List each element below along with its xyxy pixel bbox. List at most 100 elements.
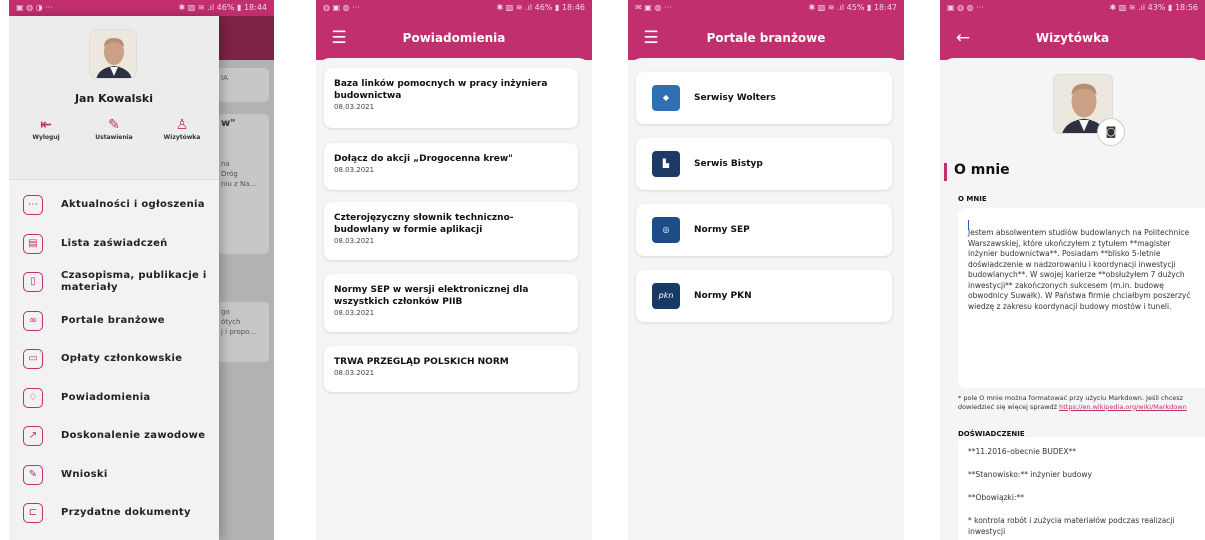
wolters-logo-icon: ◆: [652, 85, 680, 111]
notification-item[interactable]: Baza linków pomocnych w pracy inżyniera …: [324, 68, 578, 128]
notification-item[interactable]: Czterojęzyczny słownik techniczno-budowl…: [324, 202, 578, 260]
menu-item-label: Czasopisma, publikacje i materiały: [61, 270, 207, 294]
logout-label: Wyloguj: [32, 134, 60, 141]
status-bar: ▣ ◍ ◍ ··· ✱ ▧ ≋ .ıl 43% ▮ 18:56: [940, 0, 1205, 16]
business-card-button[interactable]: ♙ Wizytówka: [157, 116, 207, 141]
back-arrow-icon[interactable]: ←: [948, 16, 978, 60]
bell-icon: ♢: [23, 387, 43, 408]
menu-item-notifications[interactable]: ♢ Powiadomienia: [9, 379, 219, 418]
about-heading: O mnie: [954, 162, 1010, 178]
about-text: Jestem absolwentem studiów budowlanych n…: [968, 228, 1191, 311]
folder-icon: ⊏: [23, 503, 43, 524]
notification-date: 08.03.2021: [334, 103, 375, 111]
notification-date: 08.03.2021: [334, 237, 375, 245]
status-right: ✱ ▧ ≋ .ıl 46% ▮ 18:46: [496, 3, 585, 12]
portal-label: Serwisy Wolters: [694, 93, 776, 103]
link-icon: ∞: [23, 310, 43, 331]
experience-textarea[interactable]: **11.2016–obecnie BUDEX** **Stanowisko:*…: [958, 437, 1205, 540]
notification-item[interactable]: Dołącz do akcji „Drogocenna krew" 08.03.…: [324, 143, 578, 190]
background-card: go ótych j i propo...: [217, 302, 269, 362]
text-cursor: [968, 220, 969, 230]
about-textarea[interactable]: Jestem absolwentem studiów budowlanych n…: [958, 208, 1205, 388]
screen-business-card: ▣ ◍ ◍ ··· ✱ ▧ ≋ .ıl 43% ▮ 18:56 ← Wizytó…: [940, 0, 1205, 540]
menu-item-certificates[interactable]: ▤ Lista zaświadczeń: [9, 225, 219, 264]
background-card-text: w": [221, 118, 236, 129]
notification-title: Czterojęzyczny słownik techniczno-budowl…: [334, 213, 514, 235]
markdown-link[interactable]: https://en.wikipedia.org/wiki/Markdown: [1059, 403, 1187, 411]
menu-item-label: Aktualności i ogłoszenia: [61, 199, 205, 211]
page-title: Powiadomienia: [402, 31, 506, 45]
content-sheet: ◆ Serwisy Wolters ▙ Serwis Bistyp ◎ Norm…: [628, 58, 904, 540]
settings-label: Ustawienia: [95, 134, 133, 141]
drawer-menu: ⋯ Aktualności i ogłoszenia ▤ Lista zaświ…: [9, 180, 219, 533]
screen-portals: ✉ ▣ ◍ ··· ✱ ▧ ≋ .ıl 45% ▮ 18:47 ☰ Portal…: [628, 0, 904, 540]
background-card-text: na Dróg niu z Na...: [221, 160, 257, 188]
page-title: Portale branżowe: [706, 31, 826, 45]
notification-title: TRWA PRZEGLĄD POLSKICH NORM: [334, 357, 509, 367]
certificate-icon: ▤: [23, 233, 43, 254]
status-right: ✱ ▧ ≋ .ıl 46% ▮ 18:44: [178, 3, 267, 12]
status-left: ✉ ▣ ◍ ···: [635, 3, 672, 12]
experience-line: **11.2016–obecnie BUDEX**: [968, 447, 1076, 456]
hamburger-menu-icon[interactable]: ☰: [324, 16, 354, 60]
content-sheet: Baza linków pomocnych w pracy inżyniera …: [316, 58, 592, 540]
portal-item-wolters[interactable]: ◆ Serwisy Wolters: [636, 72, 892, 124]
change-photo-button[interactable]: ◙: [1097, 118, 1125, 146]
pkn-logo-icon: pkn: [652, 283, 680, 309]
background-card-text: go ótych j i propo...: [221, 308, 257, 336]
hamburger-menu-icon[interactable]: ☰: [636, 16, 666, 60]
bistyp-logo-icon: ▙: [652, 151, 680, 177]
user-name: Jan Kowalski: [74, 92, 154, 105]
menu-item-fees[interactable]: ▭ Opłaty członkowskie: [9, 340, 219, 379]
wallet-icon: ▭: [23, 349, 43, 370]
status-left: ▣ ◍ ◑ ···: [16, 3, 53, 12]
screen-notifications: ◍ ▣ ◍ ··· ✱ ▧ ≋ .ıl 46% ▮ 18:46 ☰ Powiad…: [316, 0, 592, 540]
menu-item-training[interactable]: ↗ Doskonalenie zawodowe: [9, 417, 219, 456]
app-bar: ☰ Portale branżowe: [628, 16, 904, 60]
menu-item-applications[interactable]: ✎ Wnioski: [9, 456, 219, 495]
menu-item-label: Doskonalenie zawodowe: [61, 430, 206, 442]
menu-item-news[interactable]: ⋯ Aktualności i ogłoszenia: [9, 186, 219, 225]
portal-item-pkn[interactable]: pkn Normy PKN: [636, 270, 892, 322]
settings-button[interactable]: ✎ Ustawienia: [89, 116, 139, 141]
status-right: ✱ ▧ ≋ .ıl 45% ▮ 18:47: [808, 3, 897, 12]
notification-date: 08.03.2021: [334, 166, 375, 174]
menu-item-label: Przydatne dokumenty: [61, 507, 191, 519]
notification-item[interactable]: Normy SEP w wersji elektronicznej dla ws…: [324, 274, 578, 332]
background-card: w" na Dróg niu z Na...: [217, 114, 269, 254]
status-bar: ✉ ▣ ◍ ··· ✱ ▧ ≋ .ıl 45% ▮ 18:47: [628, 0, 904, 16]
portal-label: Serwis Bistyp: [694, 159, 763, 169]
notification-title: Baza linków pomocnych w pracy inżyniera …: [334, 79, 548, 101]
experience-line: **Obowiązki:**: [968, 493, 1024, 502]
book-icon: ▯: [23, 272, 43, 293]
section-accent: [944, 163, 947, 181]
notification-item[interactable]: TRWA PRZEGLĄD POLSKICH NORM 08.03.2021: [324, 346, 578, 392]
business-card-label: Wizytówka: [163, 134, 201, 141]
notification-date: 08.03.2021: [334, 309, 375, 317]
trend-icon: ↗: [23, 426, 43, 447]
menu-item-label: Powiadomienia: [61, 391, 151, 403]
camera-icon: ◙: [1105, 125, 1117, 138]
menu-item-publications[interactable]: ▯ Czasopisma, publikacje i materiały: [9, 263, 219, 302]
app-bar: ☰ Powiadomienia: [316, 16, 592, 60]
experience-line: * kontrola robót i zużycia materiałów po…: [968, 516, 1175, 536]
avatar-image: [90, 30, 136, 78]
pencil-icon: ✎: [108, 117, 120, 133]
status-left: ▣ ◍ ◍ ···: [947, 3, 984, 12]
menu-item-label: Opłaty członkowskie: [61, 353, 183, 365]
menu-item-documents[interactable]: ⊏ Przydatne dokumenty: [9, 494, 219, 533]
logout-button[interactable]: ⇤ Wyloguj: [21, 116, 71, 141]
portal-label: Normy PKN: [694, 291, 752, 301]
page-title: Wizytówka: [1035, 31, 1110, 45]
chat-icon: ⋯: [23, 195, 43, 216]
avatar: [89, 29, 137, 79]
status-bar: ◍ ▣ ◍ ··· ✱ ▧ ≋ .ıl 46% ▮ 18:46: [316, 0, 592, 16]
portal-item-bistyp[interactable]: ▙ Serwis Bistyp: [636, 138, 892, 190]
portal-label: Normy SEP: [694, 225, 750, 235]
portal-item-sep[interactable]: ◎ Normy SEP: [636, 204, 892, 256]
profile-actions: ⇤ Wyloguj ✎ Ustawienia ♙ Wizytówka: [21, 116, 207, 141]
notification-title: Dołącz do akcji „Drogocenna krew": [334, 154, 513, 164]
menu-item-label: Wnioski: [61, 468, 108, 480]
logout-icon: ⇤: [40, 117, 52, 133]
menu-item-portals[interactable]: ∞ Portale branżowe: [9, 302, 219, 341]
